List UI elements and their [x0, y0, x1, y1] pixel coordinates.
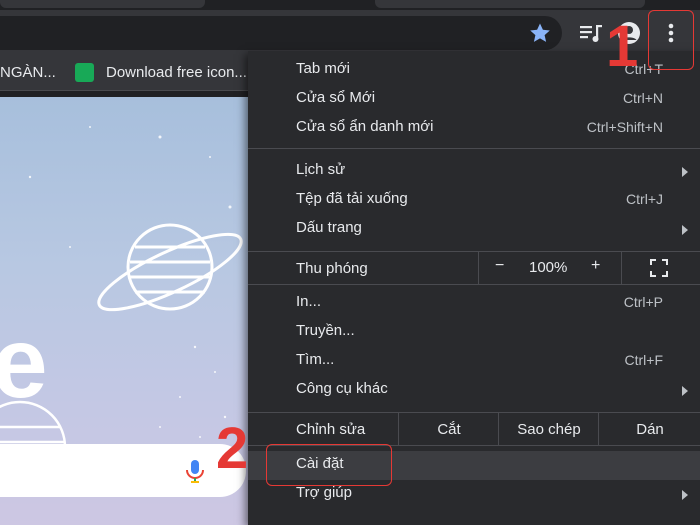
address-bar[interactable] [0, 16, 562, 50]
menu-item-label: Truyền... [296, 322, 355, 339]
menu-item-label: Tab mới [296, 60, 351, 77]
submenu-arrow-icon [682, 490, 688, 500]
tab[interactable] [0, 0, 205, 8]
annotation-box-settings [266, 444, 392, 486]
star-icon[interactable] [528, 21, 552, 45]
menu-item-more-tools[interactable]: Công cụ khác [248, 376, 700, 405]
menu-item-label: Cửa sổ ẩn danh mới [296, 118, 434, 135]
bookmark-item[interactable]: Download free icon... [106, 64, 247, 81]
submenu-arrow-icon [682, 386, 688, 396]
shortcut-label: Ctrl+N [622, 90, 663, 106]
cut-label: Cắt [437, 421, 461, 438]
microphone-icon[interactable] [184, 458, 206, 484]
copy-label: Sao chép [517, 421, 581, 438]
zoom-value: 100% [529, 259, 568, 276]
bookmark-item[interactable]: NGÀN... [0, 64, 56, 81]
cut-button[interactable]: Cắt [398, 413, 499, 445]
menu-item-label: Lịch sử [296, 161, 346, 178]
fullscreen-icon[interactable] [650, 259, 668, 277]
menu-item-label: Tệp đã tải xuống [296, 190, 408, 207]
playlist-music-icon[interactable] [577, 19, 605, 47]
annotation-number-1: 1 [606, 14, 639, 79]
menu-item-incognito-window[interactable]: Cửa sổ ẩn danh mới Ctrl+Shift+N [248, 114, 700, 143]
menu-item-label: Dấu trang [296, 219, 362, 236]
submenu-arrow-icon [682, 167, 688, 177]
menu-item-history[interactable]: Lịch sử [248, 157, 700, 186]
menu-item-print[interactable]: In... Ctrl+P [248, 289, 700, 318]
zoom-out-button[interactable]: − [495, 257, 504, 275]
edit-label: Chỉnh sửa [296, 421, 366, 438]
menu-item-cast[interactable]: Truyền... [248, 318, 700, 347]
shortcut-label: Ctrl+F [624, 352, 664, 368]
menu-divider [248, 284, 700, 285]
submenu-arrow-icon [682, 225, 688, 235]
menu-item-label: Cửa sổ Mới [296, 89, 376, 106]
shortcut-label: Ctrl+P [623, 294, 663, 310]
tab[interactable] [375, 0, 645, 8]
shortcut-label: Ctrl+J [626, 191, 663, 207]
annotation-box-menu-button [648, 10, 694, 70]
zoom-control: − 100% + [478, 252, 622, 284]
menu-item-downloads[interactable]: Tệp đã tải xuống Ctrl+J [248, 186, 700, 215]
zoom-label: Thu phóng [296, 260, 368, 277]
menu-item-label: Trợ giúp [296, 484, 352, 501]
google-search-box[interactable] [0, 444, 246, 497]
menu-divider [248, 148, 700, 149]
paste-label: Dán [636, 421, 664, 438]
menu-item-new-window[interactable]: Cửa sổ Mới Ctrl+N [248, 85, 700, 114]
paste-button[interactable]: Dán [598, 413, 700, 445]
menu-item-label: Công cụ khác [296, 380, 388, 397]
menu-item-bookmarks[interactable]: Dấu trang [248, 215, 700, 244]
menu-item-label: In... [296, 293, 322, 310]
menu-edit-row: Chỉnh sửa Cắt Sao chép Dán [248, 413, 700, 445]
annotation-number-2: 2 [216, 416, 249, 481]
shortcut-label: Ctrl+Shift+N [586, 119, 663, 135]
zoom-in-button[interactable]: + [591, 257, 600, 275]
menu-item-label: Tìm... [296, 351, 335, 368]
freepik-icon [75, 63, 94, 82]
menu-item-find[interactable]: Tìm... Ctrl+F [248, 347, 700, 376]
copy-button[interactable]: Sao chép [498, 413, 599, 445]
menu-zoom-row: Thu phóng − 100% + [248, 252, 700, 284]
